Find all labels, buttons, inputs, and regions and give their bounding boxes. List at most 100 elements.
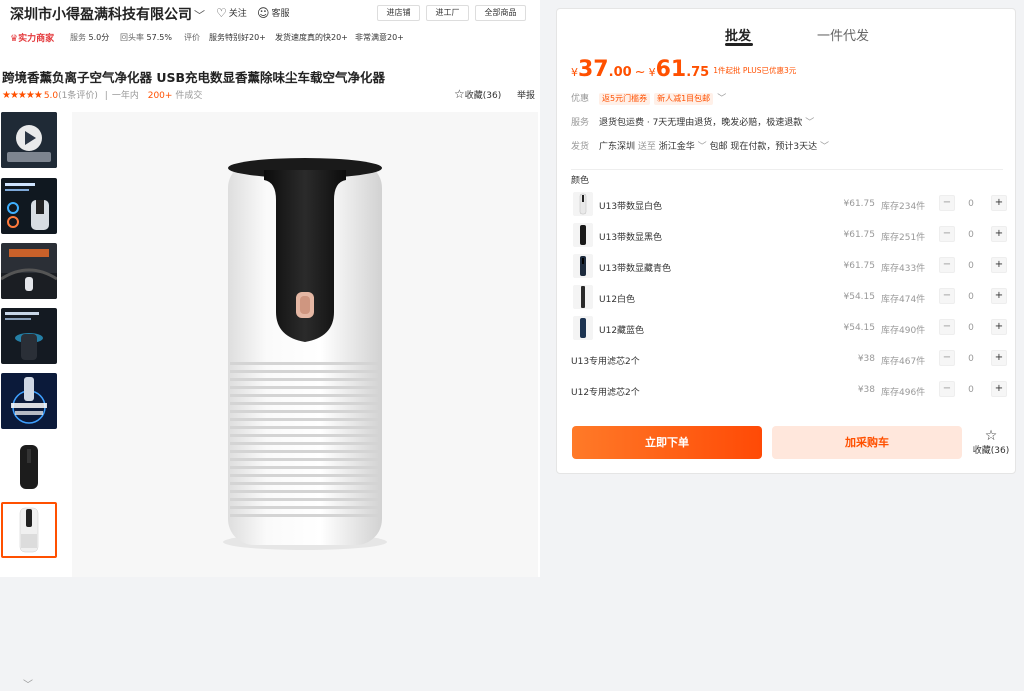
chevron-down-icon[interactable]: ﹀ — [805, 118, 814, 128]
review-label: 评价 — [184, 33, 200, 42]
favorite-button[interactable]: ☆收藏(36) — [454, 87, 501, 101]
thumbnail-dashboard[interactable] — [1, 178, 57, 234]
sold-label: 件成交 — [175, 91, 203, 101]
sku-stock: 库存234件 — [881, 202, 926, 212]
heart-icon: ♡ — [216, 6, 227, 20]
enter-factory-button[interactable]: 进工厂 — [426, 5, 469, 21]
quantity-decrease-button[interactable]: − — [939, 257, 955, 273]
review-tag: 服务特别好20+ — [209, 33, 266, 42]
tab-dropship[interactable]: 一件代发 — [817, 25, 869, 44]
enter-shop-button[interactable]: 进店铺 — [377, 5, 420, 21]
chevron-down-icon[interactable]: ﹀ — [698, 142, 707, 152]
quantity-value[interactable]: 0 — [963, 385, 979, 395]
sku-name: U13带数显黑色 — [599, 233, 663, 243]
quantity-increase-button[interactable]: + — [991, 226, 1007, 242]
sku-thumbnail — [573, 285, 593, 309]
thumbnail-car-cupholder[interactable] — [1, 308, 57, 364]
white-unit-thumbnail-image — [3, 504, 55, 556]
chevron-down-icon[interactable]: ﹀ — [194, 9, 205, 22]
sku-row: U12专用滤芯2个 ¥38 库存496件 − 0 + — [571, 377, 1007, 405]
shipping-row: 发货 广东深圳 送至 浙江金华 ﹀ 包邮 现在付款，预计3天达 ﹀ — [571, 139, 829, 152]
sku-name: U12白色 — [599, 295, 636, 305]
quantity-increase-button[interactable]: + — [991, 350, 1007, 366]
quantity-decrease-button[interactable]: − — [939, 288, 955, 304]
sku-price: ¥38 — [857, 354, 875, 364]
sku-price: ¥54.15 — [843, 323, 876, 333]
sku-row: U13带数显白色 ¥61.75 库存234件 − 0 + — [571, 191, 1007, 219]
thumbnail-car-interior[interactable] — [1, 243, 57, 299]
sku-row: U12白色 ¥54.15 库存474件 − 0 + — [571, 284, 1007, 312]
chevron-down-icon[interactable]: ﹀ — [820, 142, 829, 152]
chevron-down-icon[interactable]: ﹀ — [717, 94, 726, 104]
sold-count: 200+ — [147, 91, 173, 101]
rating-stars: ★★★★★ — [2, 90, 43, 101]
review-count[interactable]: (1条评价) — [58, 91, 98, 101]
quantity-decrease-button[interactable]: − — [939, 350, 955, 366]
service-text: 退货包运费 · 7天无理由退货，晚发必赔，极速退款 — [599, 118, 803, 128]
quantity-decrease-button[interactable]: − — [939, 226, 955, 242]
customer-service-button[interactable]: ☺ 客服 — [257, 6, 290, 20]
coupon-tag[interactable]: 新人减1目包邮 — [654, 93, 714, 105]
coupon-tag[interactable]: 返5元门槛券 — [599, 93, 651, 105]
quantity-decrease-button[interactable]: − — [939, 195, 955, 211]
sku-thumbnail — [573, 254, 593, 278]
main-product-image[interactable] — [72, 112, 538, 577]
quantity-value[interactable]: 0 — [963, 323, 979, 333]
product-title: 跨境香薰负离子空气净化器 USB充电数显香薰除味尘车载空气净化器 — [2, 70, 386, 85]
follow-button[interactable]: ♡ 关注 — [216, 6, 247, 20]
quantity-increase-button[interactable]: + — [991, 288, 1007, 304]
quantity-value[interactable]: 0 — [963, 261, 979, 271]
sku-stock: 库存474件 — [881, 295, 926, 305]
active-tab-indicator — [725, 43, 753, 46]
quantity-increase-button[interactable]: + — [991, 257, 1007, 273]
shipping-terms: 包邮 现在付款，预计3天达 — [709, 142, 818, 152]
separator: | — [104, 91, 108, 101]
thumbnail-360-purify[interactable] — [1, 373, 57, 429]
quantity-increase-button[interactable]: + — [991, 319, 1007, 335]
favorite-button[interactable]: ☆收藏(36) — [969, 429, 1013, 456]
ship-to-selector[interactable]: 浙江金华 — [659, 142, 695, 152]
sku-thumbnail — [573, 223, 593, 247]
star-outline-icon: ☆ — [454, 87, 465, 101]
service-row: 服务 退货包运费 · 7天无理由退货，晚发必赔，极速退款 ﹀ — [571, 115, 814, 128]
quantity-value[interactable]: 0 — [963, 230, 979, 240]
thumbnail-white-unit[interactable] — [1, 502, 57, 558]
sku-row: U12藏蓝色 ¥54.15 库存490件 − 0 + — [571, 315, 1007, 343]
add-to-cart-button[interactable]: 加采购车 — [772, 426, 962, 459]
quantity-value[interactable]: 0 — [963, 354, 979, 364]
power-merchant-badge: ♛实力商家 — [10, 34, 55, 44]
sales-period: 一年内 — [111, 91, 139, 101]
buy-now-button[interactable]: 立即下单 — [572, 426, 762, 459]
repeat-rate: 回头率 57.5% — [120, 33, 172, 42]
quantity-value[interactable]: 0 — [963, 199, 979, 209]
service-score: 服务 5.0分 — [70, 33, 110, 42]
quantity-increase-button[interactable]: + — [991, 195, 1007, 211]
all-products-button[interactable]: 全部商品 — [475, 5, 526, 21]
sku-name: U13带数显白色 — [599, 202, 663, 212]
sku-row: U13专用滤芯2个 ¥38 库存467件 − 0 + — [571, 346, 1007, 374]
color-label: 颜色 — [571, 176, 590, 186]
price-high: 61 — [655, 57, 687, 82]
sku-name: U12藏蓝色 — [599, 326, 645, 336]
service-label: 服务 — [571, 118, 590, 128]
thumbnail-black-unit[interactable] — [1, 439, 57, 495]
customer-service-label: 客服 — [271, 9, 290, 19]
sku-row: U13带数显藏青色 ¥61.75 库存433件 − 0 + — [571, 253, 1007, 281]
sku-thumbnail — [573, 192, 593, 216]
tab-wholesale[interactable]: 批发 — [725, 25, 751, 44]
price-low: 37 — [578, 57, 609, 82]
quantity-decrease-button[interactable]: − — [939, 381, 955, 397]
thumbnail-video[interactable] — [1, 112, 57, 168]
quantity-decrease-button[interactable]: − — [939, 319, 955, 335]
sku-stock: 库存251件 — [881, 233, 926, 243]
sku-price: ¥61.75 — [843, 261, 876, 271]
quantity-increase-button[interactable]: + — [991, 381, 1007, 397]
rating-score: 5.0 — [43, 91, 59, 101]
product-gallery-panel: 深圳市小得盈满科技有限公司 ﹀ ♡ 关注 ☺ 客服 进店铺 进工厂 全部商品 ♛实力商… — [0, 0, 540, 691]
chevron-down-icon[interactable]: ﹀ — [14, 676, 42, 691]
shop-name[interactable]: 深圳市小得盈满科技有限公司 ﹀ — [10, 4, 205, 24]
favorite-count: 收藏(36) — [464, 91, 502, 101]
report-link[interactable]: 举报 — [517, 88, 535, 101]
quantity-value[interactable]: 0 — [963, 292, 979, 302]
sku-stock: 库存433件 — [881, 264, 926, 274]
